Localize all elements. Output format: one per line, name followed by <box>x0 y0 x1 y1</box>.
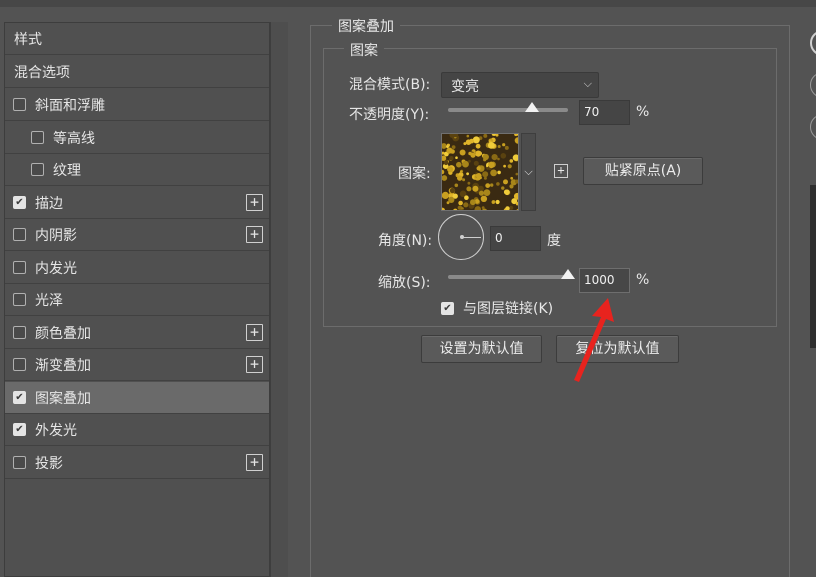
annotation-arrow-icon <box>574 298 614 382</box>
style-item[interactable]: 内阴影 + <box>5 219 269 251</box>
radio-button-2[interactable] <box>810 72 816 98</box>
scale-slider[interactable] <box>448 269 575 279</box>
blend-mode-value: 变亮 <box>451 79 479 95</box>
opacity-label: 不透明度(Y): <box>349 107 430 123</box>
pattern-swatch[interactable] <box>441 133 519 211</box>
scale-slider-thumb[interactable] <box>561 269 575 279</box>
style-item-checkbox[interactable] <box>13 456 26 469</box>
style-item-label: 渐变叠加 <box>35 357 91 374</box>
opacity-percent: % <box>636 104 650 120</box>
styles-list: 样式 混合选项 斜面和浮雕等高线纹理描边 + 内阴影 + 内发光光泽颜色叠加 + 渐变叠加 +… <box>4 22 270 577</box>
style-item[interactable]: 等高线 <box>5 122 269 154</box>
style-item-label: 图案叠加 <box>35 390 91 407</box>
style-item[interactable]: 内发光 <box>5 252 269 284</box>
blend-options-label: 混合选项 <box>14 64 70 81</box>
style-item-label: 斜面和浮雕 <box>35 97 105 114</box>
forest-pattern-image <box>442 134 518 210</box>
style-item[interactable]: 颜色叠加 + <box>5 317 269 349</box>
blend-options-item[interactable]: 混合选项 <box>5 56 269 88</box>
style-item-label: 颜色叠加 <box>35 325 91 342</box>
link-with-layer-label: 与图层链接(K) <box>463 301 554 317</box>
style-item-label: 光泽 <box>35 292 63 309</box>
angle-input[interactable]: 0 <box>490 226 541 251</box>
blend-mode-label: 混合模式(B): <box>349 77 431 93</box>
style-item-checkbox[interactable] <box>31 163 44 176</box>
group-title: 图案 <box>344 40 384 60</box>
style-item-label: 纹理 <box>53 162 81 179</box>
radio-button-1[interactable] <box>810 30 816 56</box>
angle-dial-center <box>460 235 464 239</box>
dialog-top-edge <box>0 0 816 7</box>
style-item[interactable]: 渐变叠加 + <box>5 349 269 381</box>
opacity-slider-thumb[interactable] <box>525 102 539 112</box>
style-item-label: 等高线 <box>53 130 95 147</box>
add-effect-plus-icon[interactable]: + <box>246 324 263 341</box>
style-item-checkbox[interactable] <box>31 131 44 144</box>
set-as-default-button[interactable]: 设置为默认值 <box>421 335 542 363</box>
angle-label: 角度(N): <box>378 233 433 249</box>
blend-mode-select[interactable]: 变亮 ⌵ <box>441 72 599 98</box>
styles-header-label: 样式 <box>14 31 42 48</box>
style-item-label: 内发光 <box>35 260 77 277</box>
style-item[interactable]: 外发光 <box>5 414 269 446</box>
style-item-checkbox[interactable] <box>13 196 26 209</box>
add-effect-plus-icon[interactable]: + <box>246 356 263 373</box>
style-item-label: 投影 <box>35 455 63 472</box>
style-item-label: 描边 <box>35 195 63 212</box>
radio-button-3[interactable] <box>810 114 816 140</box>
scale-label: 缩放(S): <box>378 275 431 291</box>
opacity-slider[interactable] <box>448 102 568 112</box>
styles-list-scrollbar[interactable] <box>270 22 288 577</box>
angle-dial[interactable] <box>438 214 484 260</box>
snap-to-origin-button[interactable]: 贴紧原点(A) <box>583 157 703 185</box>
style-item[interactable]: 光泽 <box>5 284 269 316</box>
angle-dial-hand <box>462 237 481 238</box>
scale-percent: % <box>636 272 650 288</box>
chevron-down-icon: ⌵ <box>583 77 592 90</box>
degree-unit: 度 <box>547 233 561 249</box>
opacity-input[interactable]: 70 <box>579 100 630 125</box>
styles-header[interactable]: 样式 <box>5 23 269 55</box>
style-item[interactable]: 斜面和浮雕 <box>5 89 269 121</box>
style-item-checkbox[interactable] <box>13 326 26 339</box>
add-effect-plus-icon[interactable]: + <box>246 194 263 211</box>
style-item[interactable]: 描边 + <box>5 187 269 219</box>
style-item-checkbox[interactable] <box>13 261 26 274</box>
style-item-checkbox[interactable] <box>13 293 26 306</box>
style-item-checkbox[interactable] <box>13 391 26 404</box>
pattern-label: 图案: <box>398 166 431 182</box>
style-item-label: 外发光 <box>35 422 77 439</box>
scale-input[interactable]: 1000 <box>579 268 630 293</box>
style-item-label: 内阴影 <box>35 227 77 244</box>
style-item-checkbox[interactable] <box>13 358 26 371</box>
add-effect-plus-icon[interactable]: + <box>246 226 263 243</box>
preview-thumbnail <box>810 185 816 348</box>
style-item-checkbox[interactable] <box>13 423 26 436</box>
style-item-checkbox[interactable] <box>13 98 26 111</box>
link-with-layer-row[interactable]: 与图层链接(K) <box>441 298 553 318</box>
section-title: 图案叠加 <box>332 16 400 36</box>
new-preset-plus-icon[interactable]: + <box>554 164 568 178</box>
link-with-layer-checkbox[interactable] <box>441 301 454 315</box>
style-item[interactable]: 投影 + <box>5 447 269 479</box>
add-effect-plus-icon[interactable]: + <box>246 454 263 471</box>
pattern-picker-chevron-icon[interactable]: ⌵ <box>521 133 536 211</box>
style-item[interactable]: 纹理 <box>5 154 269 186</box>
style-item[interactable]: 图案叠加 <box>5 382 269 414</box>
style-item-checkbox[interactable] <box>13 228 26 241</box>
